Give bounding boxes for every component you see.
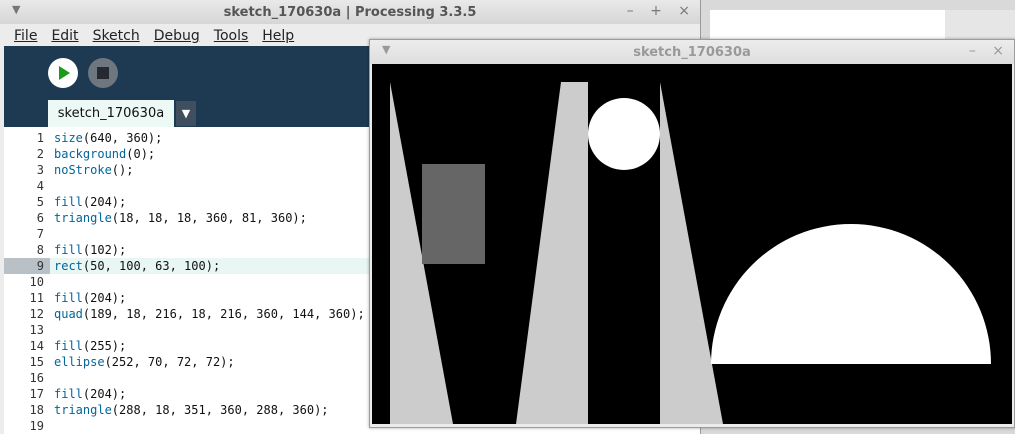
canvas-arc — [711, 224, 991, 364]
code-text: ellipse(252, 70, 72, 72); — [54, 354, 235, 370]
code-args: (252, 70, 72, 72); — [104, 355, 235, 369]
code-args: (102); — [82, 243, 127, 257]
run-button[interactable] — [48, 58, 78, 88]
menu-label: Tools — [213, 28, 249, 44]
code-function: triangle — [54, 211, 112, 225]
code-args: (204); — [82, 291, 127, 305]
sketch-window: ▼ sketch_170630a – × — [369, 39, 1015, 428]
ide-window-title: sketch_170630a | Processing 3.3.5 — [223, 5, 477, 20]
code-args: (255); — [82, 339, 127, 353]
line-number: 13 — [29, 323, 44, 337]
ide-window-controls: – + × — [615, 3, 690, 19]
menu-label: Debug — [153, 28, 200, 44]
line-number: 19 — [29, 419, 44, 433]
menu-debug[interactable]: Debug — [150, 26, 204, 44]
play-icon — [59, 66, 70, 80]
menu-label: Help — [262, 28, 295, 44]
sketch-window-controls: – × — [957, 43, 1004, 59]
menu-label: Edit — [51, 28, 79, 44]
code-args: (18, 18, 18, 360, 81, 360); — [111, 211, 307, 225]
code-args: (288, 18, 351, 360, 288, 360); — [111, 403, 329, 417]
code-text: quad(189, 18, 216, 18, 216, 360, 144, 36… — [54, 306, 365, 322]
code-args: (); — [111, 163, 134, 177]
code-function: triangle — [54, 403, 112, 417]
canvas-rect — [422, 164, 485, 264]
canvas-quad — [516, 82, 588, 424]
code-text: fill(204); — [54, 194, 126, 210]
code-function: fill — [54, 339, 83, 353]
sketch-titlebar[interactable]: ▼ sketch_170630a – × — [370, 40, 1014, 64]
maximize-icon[interactable]: + — [650, 3, 662, 19]
code-function: size — [54, 131, 83, 145]
line-number: 1 — [36, 131, 44, 145]
tab-sketch[interactable]: sketch_170630a — [48, 100, 174, 127]
background-window-strip — [945, 10, 1015, 40]
line-number: 4 — [36, 179, 44, 193]
line-number: 14 — [29, 339, 44, 353]
tab-menu-icon[interactable]: ▼ — [176, 101, 196, 126]
line-number: 18 — [29, 403, 44, 417]
code-args: (640, 360); — [82, 131, 163, 145]
stop-button[interactable] — [88, 58, 118, 88]
canvas-ellipse — [588, 98, 660, 170]
code-text: background(0); — [54, 146, 155, 162]
line-number: 2 — [36, 147, 44, 161]
code-text: size(640, 360); — [54, 130, 162, 146]
sketch-minimize-icon[interactable]: – — [969, 43, 976, 59]
line-number: 5 — [36, 195, 44, 209]
canvas-triangle-right — [660, 82, 723, 424]
line-number: 6 — [36, 211, 44, 225]
code-function: rect — [54, 259, 83, 273]
code-args: (204); — [82, 195, 127, 209]
code-function: fill — [54, 195, 83, 209]
sketch-close-icon[interactable]: × — [992, 43, 1004, 59]
code-args: (189, 18, 216, 18, 216, 360, 144, 360); — [82, 307, 365, 321]
menu-label: File — [14, 28, 38, 44]
code-function: noStroke — [54, 163, 112, 177]
menu-edit[interactable]: Edit — [47, 26, 82, 44]
line-number: 3 — [36, 163, 44, 177]
code-function: background — [54, 147, 127, 161]
code-args: (50, 100, 63, 100); — [82, 259, 221, 273]
code-text: fill(204); — [54, 386, 126, 402]
code-text: rect(50, 100, 63, 100); — [54, 258, 220, 274]
line-number: 16 — [29, 371, 44, 385]
menu-file[interactable]: File — [10, 26, 41, 44]
menu-sketch[interactable]: Sketch — [89, 26, 144, 44]
code-function: ellipse — [54, 355, 105, 369]
sketch-canvas[interactable] — [372, 64, 1012, 424]
code-text: triangle(18, 18, 18, 360, 81, 360); — [54, 210, 307, 226]
menu-tools[interactable]: Tools — [210, 26, 253, 44]
line-number: 9 — [36, 259, 44, 273]
menu-label: Sketch — [92, 28, 140, 44]
line-number: 15 — [29, 355, 44, 369]
code-text: fill(102); — [54, 242, 126, 258]
code-args: (0); — [126, 147, 156, 161]
code-function: fill — [54, 387, 83, 401]
close-icon[interactable]: × — [678, 3, 690, 19]
line-number: 17 — [29, 387, 44, 401]
sketch-window-title: sketch_170630a — [633, 45, 751, 60]
code-function: quad — [54, 307, 83, 321]
line-number: 8 — [36, 243, 44, 257]
line-number: 10 — [29, 275, 44, 289]
line-number: 11 — [29, 291, 44, 305]
code-function: fill — [54, 243, 83, 257]
code-text: triangle(288, 18, 351, 360, 288, 360); — [54, 402, 329, 418]
ide-titlebar[interactable]: ▼ sketch_170630a | Processing 3.3.5 – + … — [0, 0, 700, 25]
line-number: 12 — [29, 307, 44, 321]
background-window-panel — [710, 10, 945, 40]
code-text: noStroke(); — [54, 162, 133, 178]
sketch-canvas-drawing — [390, 82, 991, 424]
minimize-icon[interactable]: – — [627, 3, 634, 19]
code-text: fill(255); — [54, 338, 126, 354]
code-args: (204); — [82, 387, 127, 401]
stop-icon — [97, 67, 109, 79]
menu-help[interactable]: Help — [258, 26, 298, 44]
line-number: 7 — [36, 227, 44, 241]
code-function: fill — [54, 291, 83, 305]
code-text: fill(204); — [54, 290, 126, 306]
